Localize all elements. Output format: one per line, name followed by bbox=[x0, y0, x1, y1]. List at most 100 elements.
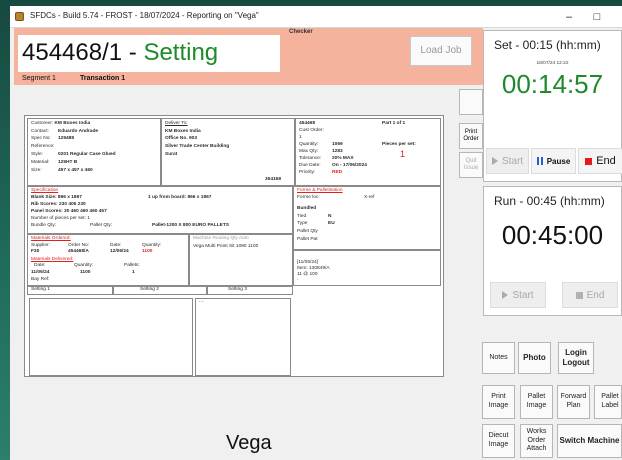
delivered-date-value: 11/06/24 bbox=[31, 270, 50, 275]
print-image-button[interactable]: Print Image bbox=[482, 385, 515, 419]
note-line: - bbox=[297, 278, 299, 283]
set-end-label: End bbox=[596, 155, 616, 167]
priority-value: RED bbox=[332, 170, 343, 175]
quantity-value: 1100 bbox=[142, 249, 153, 254]
run-panel: Run - 00:45 (hh:mm) 00:45:00 Start End bbox=[483, 186, 622, 316]
title-bar: SFDCs - Build 5.74 - FROST - 18/07/2024 … bbox=[10, 6, 622, 28]
machine-routing-cell: Machine Routing Qty Auto Vega Multi Poin… bbox=[189, 234, 293, 286]
switch-machine-button[interactable]: Switch Machine bbox=[557, 424, 622, 458]
customer-cell: Customer: KM Boxes India Contact: Eduard… bbox=[27, 118, 161, 186]
priority-label: Priority: bbox=[299, 170, 316, 175]
delivered-pallets-label: Pallets: bbox=[124, 263, 140, 268]
pause-button[interactable]: Pause bbox=[531, 148, 576, 174]
pause-icon bbox=[536, 157, 543, 165]
window-title: SFDCs - Build 5.74 - FROST - 18/07/2024 … bbox=[30, 11, 259, 20]
note-box-glyph: - - bbox=[199, 300, 204, 305]
pieces-label: Pieces per set: bbox=[382, 142, 416, 147]
load-job-button[interactable]: Load Job bbox=[410, 36, 472, 66]
machine-name: Vega bbox=[226, 432, 272, 454]
maximize-button[interactable]: □ bbox=[584, 8, 610, 26]
spec-no-value: 129488 bbox=[58, 136, 75, 141]
transaction-label: Transaction 1 bbox=[80, 75, 126, 82]
works-order-attach-button[interactable]: Works Order Attach bbox=[520, 424, 553, 458]
tied-value: N bbox=[328, 214, 332, 219]
quit-issue-button[interactable]: Quit Issue bbox=[459, 152, 483, 178]
style-value: 0201 Regular Case Glued bbox=[58, 152, 116, 157]
job-status: Setting bbox=[143, 39, 219, 66]
contact-value: Eduardo Andrade bbox=[58, 129, 99, 134]
stop-icon bbox=[575, 291, 583, 299]
deliver-line: Surat bbox=[165, 152, 178, 157]
reference-label: Reference: bbox=[31, 144, 55, 149]
forme-title: Forme & Palletisation bbox=[297, 188, 343, 193]
forme-cell: Forme & Palletisation Forme loc: X-ref B… bbox=[293, 186, 441, 250]
play-icon bbox=[502, 291, 509, 299]
delivered-quantity-label: Quantity: bbox=[74, 263, 94, 268]
run-end-button[interactable]: End bbox=[562, 282, 618, 308]
materials-cell: Materials Ordered: Supplier: Order No: D… bbox=[27, 234, 189, 286]
app-icon bbox=[15, 12, 24, 21]
order-cell: 454468 Part 1 of 1 Cust Order: 1 Quantit… bbox=[295, 118, 441, 186]
forward-plan-button[interactable]: Forward Plan bbox=[557, 385, 590, 419]
login-logout-button[interactable]: Login Logout bbox=[558, 342, 594, 374]
pallet-label-button[interactable]: Pallet Label bbox=[594, 385, 622, 419]
customer-label: Customer: bbox=[31, 121, 54, 126]
x-ref-label: X-ref bbox=[364, 195, 375, 200]
setting-cell: Setting 1 bbox=[27, 286, 113, 295]
up-from-board: 1 up from board: 866 x 1867 bbox=[148, 195, 212, 200]
deliver-line: KM Boxes India bbox=[165, 129, 201, 134]
bundled-label: Bundled bbox=[297, 206, 317, 211]
set-start-button[interactable]: Start bbox=[486, 148, 529, 174]
panel-scores: Panel Scores: 30 460 460 460 457 bbox=[31, 209, 107, 214]
content-area: Print Order Quit Issue Customer: KM Boxe… bbox=[14, 85, 483, 460]
size-label: Size: bbox=[31, 168, 42, 173]
play-icon bbox=[491, 157, 498, 165]
job-title: 454468/1 - Setting bbox=[22, 39, 218, 67]
deliver-line: Silver Trade Center Building bbox=[165, 144, 230, 149]
order-no-value: 454468/A bbox=[68, 249, 89, 254]
blank-side-button[interactable] bbox=[459, 89, 483, 115]
material-value: 125HT B bbox=[58, 160, 78, 165]
notes-button[interactable]: Notes bbox=[482, 342, 515, 374]
pallet-type: Pallet-1200 X 800 EURO PALLETS bbox=[152, 223, 229, 228]
delivered-quantity-value: 1100 bbox=[80, 270, 91, 275]
materials-ordered-title: Materials Ordered: bbox=[31, 236, 71, 241]
bay-ref-label: Bay Ref: bbox=[31, 277, 50, 282]
size-value: 457 x 457 x 460 bbox=[58, 168, 93, 173]
segment-label: Segment 1 bbox=[22, 75, 56, 82]
notes-cell: [11/05/24] Item: 130849/A 11 @ 100 - bbox=[293, 250, 441, 286]
forme-loc-label: Forme loc: bbox=[297, 195, 320, 200]
note-line: 11 @ 100 bbox=[297, 272, 318, 277]
due-date-label: Due Date: bbox=[299, 163, 321, 168]
stop-icon bbox=[585, 157, 593, 165]
diecut-image-button[interactable]: Diecut Image bbox=[482, 424, 515, 458]
job-separator: - bbox=[122, 39, 144, 66]
deliver-to-label: Deliver To: bbox=[165, 121, 188, 126]
run-timer: 00:45:00 bbox=[501, 220, 604, 250]
pallet-image-button[interactable]: Pallet Image bbox=[520, 385, 553, 419]
photo-button[interactable]: Photo bbox=[518, 342, 551, 374]
machine-routing-line: Vega Multi Point Sit 1080 1100 bbox=[193, 244, 259, 249]
set-end-button[interactable]: End bbox=[578, 148, 622, 174]
setting-cell: Setting 3 bbox=[207, 286, 293, 295]
type-label: Type bbox=[297, 221, 308, 226]
max-qty-value: 1283 bbox=[332, 149, 343, 154]
type-value: EU bbox=[328, 221, 335, 226]
order-part: Part 1 of 1 bbox=[382, 121, 406, 126]
run-title: Run - 00:45 (hh:mm) bbox=[494, 194, 605, 208]
contact-label: Contact: bbox=[31, 129, 49, 134]
setting-cell: Setting 2 bbox=[113, 286, 207, 295]
run-start-button[interactable]: Start bbox=[490, 282, 546, 308]
print-order-button[interactable]: Print Order bbox=[459, 123, 483, 149]
sketch-box bbox=[29, 298, 193, 376]
bundle-qty: Bundle Qty: bbox=[31, 223, 57, 228]
blank-size: Blank Size: 866 x 1867 bbox=[31, 195, 82, 200]
style-label: Style: bbox=[31, 152, 43, 157]
customer-value: KM Boxes India bbox=[54, 121, 91, 126]
set-timestamp: 18/07/24 12:22 bbox=[536, 61, 569, 66]
minimize-button[interactable]: – bbox=[556, 8, 582, 26]
run-start-label: Start bbox=[512, 289, 534, 301]
pause-label: Pause bbox=[546, 156, 571, 166]
set-start-label: Start bbox=[501, 155, 524, 167]
setting-label: Setting 2 bbox=[140, 287, 159, 292]
